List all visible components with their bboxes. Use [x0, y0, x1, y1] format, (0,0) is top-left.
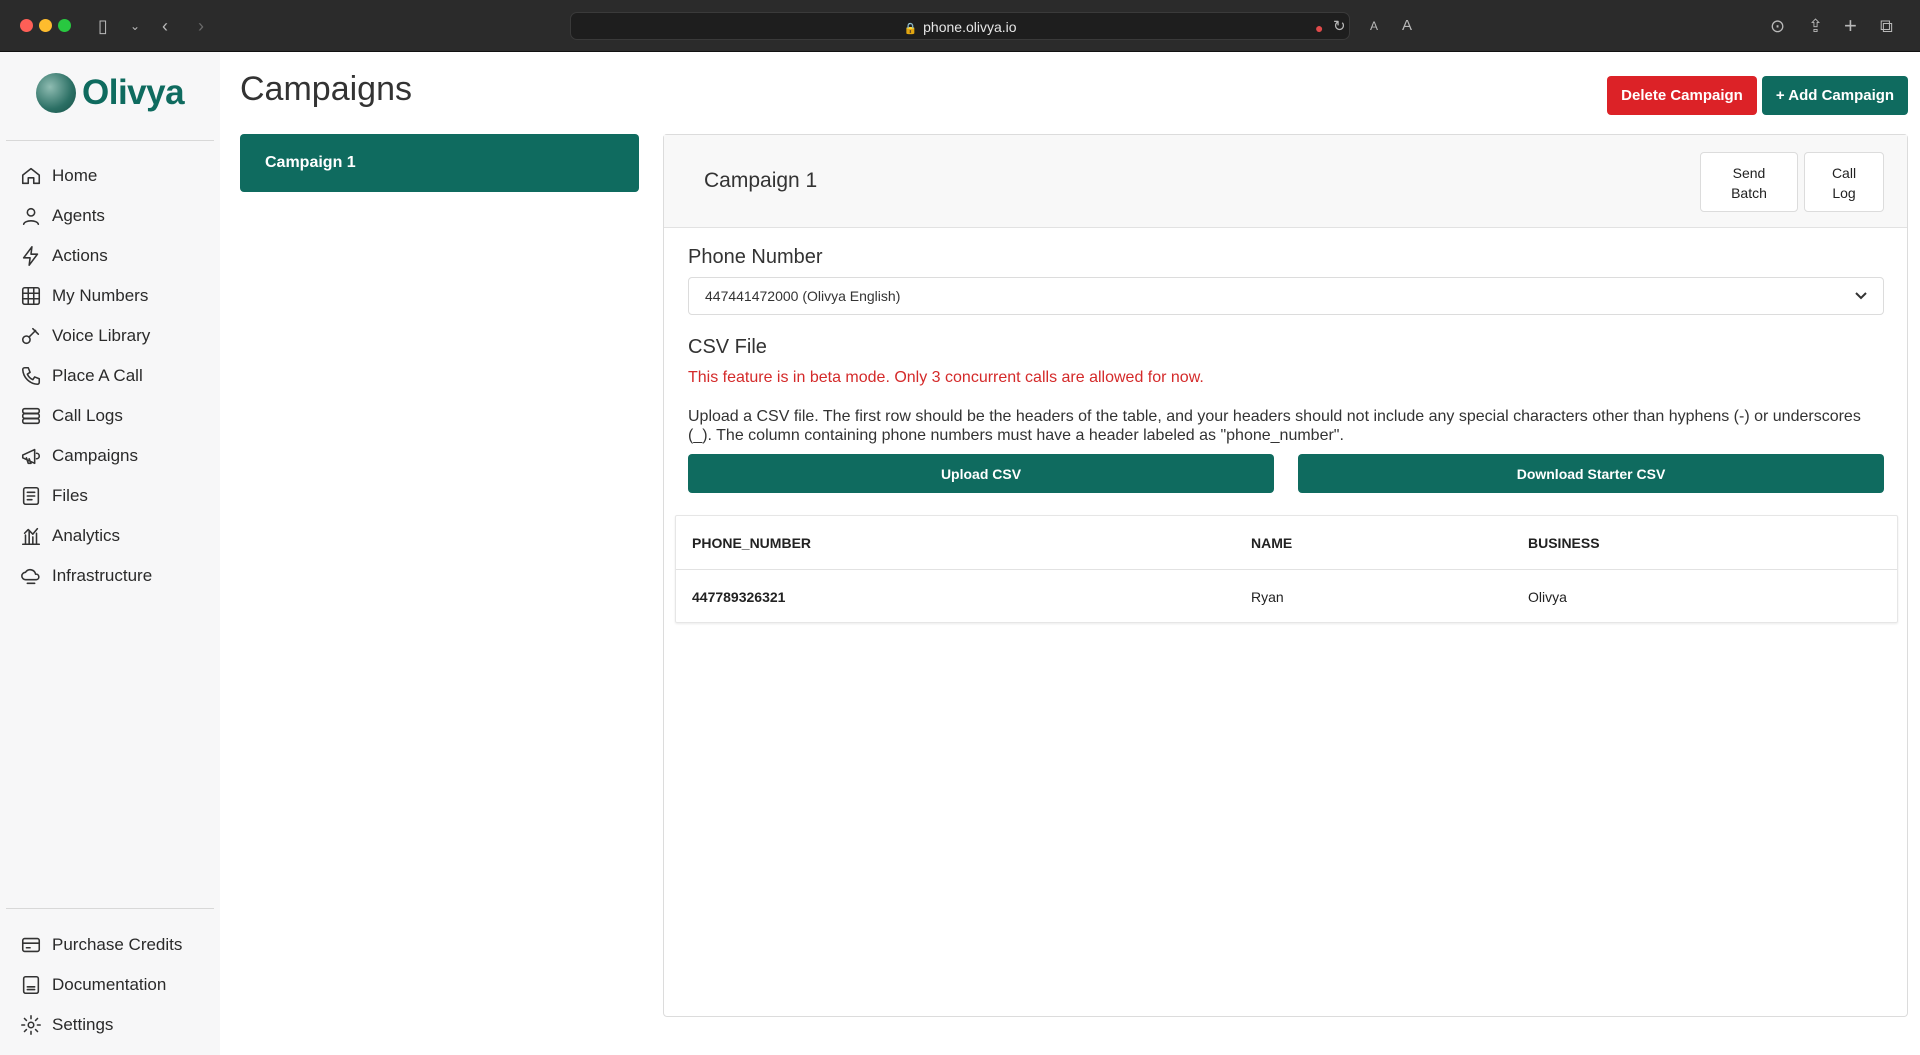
user-icon [20, 205, 42, 227]
logo[interactable]: Olivya [36, 70, 185, 116]
send-batch-button[interactable]: Send Batch [1700, 152, 1798, 212]
sidebar-item-infrastructure[interactable]: Infrastructure [20, 560, 152, 592]
panel-title: Campaign 1 [704, 169, 818, 192]
logo-mark [36, 73, 76, 113]
maximize-window-button[interactable] [58, 19, 71, 32]
campaign-list-item[interactable]: Campaign 1 [240, 134, 639, 192]
sidebar-item-label: Analytics [52, 526, 121, 545]
sidebar-item-label: Settings [52, 1015, 114, 1034]
chart-icon [20, 525, 42, 547]
sidebar-item-actions[interactable]: Actions [20, 240, 108, 272]
sidebar-item-place-a-call[interactable]: Place A Call [20, 360, 143, 392]
cell-phone-number: 447789326321 [692, 589, 786, 605]
close-window-button[interactable] [20, 19, 33, 32]
sidebar-divider [6, 140, 214, 141]
sidebar: Olivya Home Agents Actions My Numbers Vo… [0, 52, 220, 1055]
file-icon [20, 485, 42, 507]
phone-number-value: 447441472000 (Olivya English) [705, 288, 901, 304]
sidebar-item-voice-library[interactable]: Voice Library [20, 320, 150, 352]
chevron-down-icon[interactable]: ⌄ [130, 14, 140, 38]
sidebar-item-agents[interactable]: Agents [20, 200, 105, 232]
sidebar-item-documentation[interactable]: Documentation [20, 969, 166, 1001]
cell-business: Olivya [1528, 589, 1567, 605]
chevron-down-icon [1853, 287, 1869, 303]
back-icon[interactable]: ‹ [162, 14, 168, 38]
upload-csv-button[interactable]: Upload CSV [688, 454, 1274, 493]
phone-number-label: Phone Number [688, 246, 823, 268]
address-bar[interactable]: 🔒 phone.olivya.io ● ↻ [570, 12, 1350, 40]
lock-icon: 🔒 [903, 23, 918, 35]
table-row: 447789326321 Ryan Olivya [676, 570, 1897, 624]
sidebar-item-purchase-credits[interactable]: Purchase Credits [20, 929, 182, 961]
panel-header: Campaign 1 Send Batch Call Log [664, 135, 1907, 228]
sidebar-item-label: Files [52, 486, 88, 505]
page-title: Campaigns [240, 70, 412, 108]
sidebar-divider [6, 908, 214, 909]
download-icon[interactable]: ⊙ [1770, 14, 1785, 38]
megaphone-icon [20, 445, 42, 467]
sidebar-item-call-logs[interactable]: Call Logs [20, 400, 123, 432]
sidebar-item-campaigns[interactable]: Campaigns [20, 440, 138, 472]
sidebar-item-label: Home [52, 166, 98, 185]
call-log-label-line2: Log [1832, 185, 1856, 201]
sidebar-item-home[interactable]: Home [20, 160, 97, 192]
sidebar-item-label: Campaigns [52, 446, 138, 465]
sidebar-item-label: My Numbers [52, 286, 149, 305]
phone-icon [20, 365, 42, 387]
sidebar-toggle-icon[interactable]: ▯ [98, 14, 108, 38]
sidebar-item-label: Place A Call [52, 366, 143, 385]
logo-text: Olivya [82, 73, 185, 112]
reload-icon[interactable]: ↻ [1333, 15, 1346, 39]
voice-icon [20, 325, 42, 347]
beta-warning: This feature is in beta mode. Only 3 con… [688, 369, 1204, 386]
grid-icon [20, 285, 42, 307]
campaign-name: Campaign 1 [265, 154, 356, 171]
cloud-icon [20, 565, 42, 587]
csv-instructions: Upload a CSV file. The first row should … [688, 408, 1861, 444]
microphone-icon[interactable]: ● [1315, 16, 1323, 40]
call-log-label-line1: Call [1831, 165, 1857, 181]
database-icon [20, 405, 42, 427]
text-smaller-icon[interactable]: A [1370, 14, 1378, 38]
download-starter-csv-button[interactable]: Download Starter CSV [1298, 454, 1884, 493]
sidebar-item-my-numbers[interactable]: My Numbers [20, 280, 148, 312]
sidebar-item-label: Actions [52, 246, 108, 265]
lightning-icon [20, 245, 42, 267]
text-larger-icon[interactable]: A [1402, 14, 1412, 38]
send-batch-label-line1: Send [1732, 165, 1766, 181]
column-header-phone-number: PHONE_NUMBER [692, 535, 812, 551]
sidebar-item-label: Infrastructure [52, 566, 153, 585]
forward-icon[interactable]: › [198, 14, 204, 38]
new-tab-icon[interactable]: + [1844, 14, 1857, 38]
browser-toolbar: ▯ ⌄ ‹ › 🔒 phone.olivya.io ● ↻ A A ⊙ ⇪ + ⧉ [0, 0, 1920, 52]
delete-campaign-button[interactable]: Delete Campaign [1607, 76, 1757, 115]
csv-file-label: CSV File [688, 336, 767, 358]
campaign-detail-panel: Campaign 1 Send Batch Call Log Phone Num… [663, 134, 1908, 1017]
document-icon [20, 974, 42, 996]
cell-name: Ryan [1251, 589, 1284, 605]
sidebar-item-settings[interactable]: Settings [20, 1009, 113, 1041]
column-header-name: NAME [1251, 535, 1293, 551]
contacts-table: PHONE_NUMBER NAME BUSINESS 447789326321 … [675, 515, 1898, 623]
table-header-row: PHONE_NUMBER NAME BUSINESS [676, 516, 1897, 570]
sidebar-item-files[interactable]: Files [20, 480, 88, 512]
sidebar-item-label: Voice Library [52, 326, 151, 345]
minimize-window-button[interactable] [39, 19, 52, 32]
sidebar-item-analytics[interactable]: Analytics [20, 520, 120, 552]
sidebar-item-label: Documentation [52, 975, 167, 994]
sidebar-item-label: Agents [52, 206, 105, 225]
sidebar-item-label: Call Logs [52, 406, 123, 425]
url-text: phone.olivya.io [923, 19, 1017, 35]
credit-card-icon [20, 934, 42, 956]
home-icon [20, 165, 42, 187]
add-campaign-button[interactable]: + Add Campaign [1762, 76, 1908, 115]
send-batch-label-line2: Batch [1731, 185, 1767, 201]
column-header-business: BUSINESS [1528, 535, 1600, 551]
phone-number-select[interactable]: 447441472000 (Olivya English) [688, 277, 1884, 315]
share-icon[interactable]: ⇪ [1808, 14, 1823, 38]
call-log-button[interactable]: Call Log [1804, 152, 1884, 212]
sidebar-item-label: Purchase Credits [52, 935, 183, 954]
tab-overview-icon[interactable]: ⧉ [1880, 14, 1893, 38]
gear-icon [20, 1014, 42, 1036]
